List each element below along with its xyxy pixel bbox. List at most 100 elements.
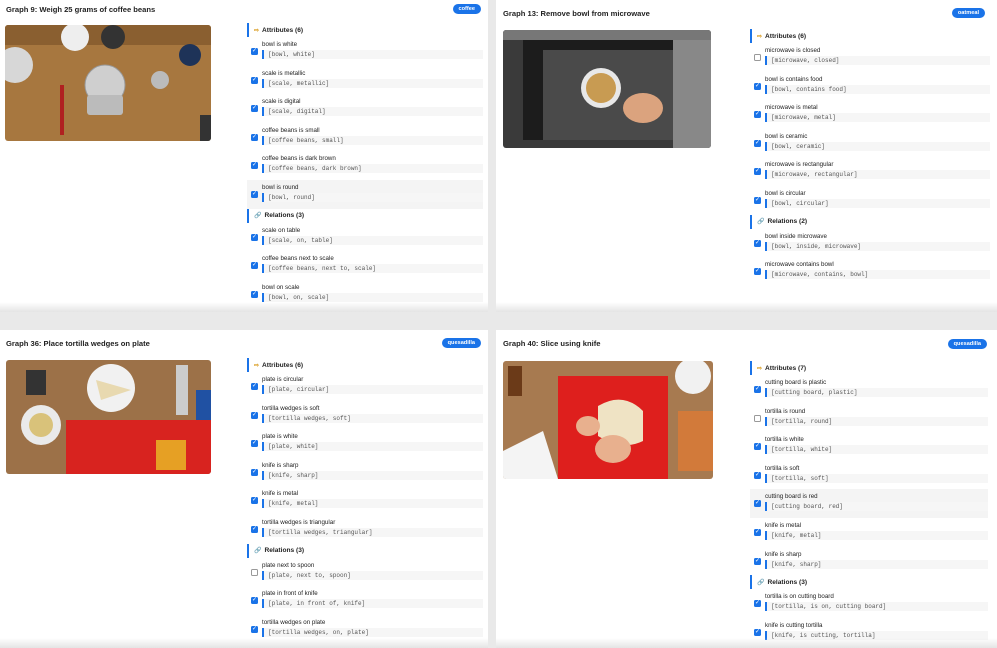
checkbox[interactable]: ✓: [754, 82, 761, 90]
checkbox[interactable]: ✓: [754, 557, 761, 565]
checkbox[interactable]: ✓: [754, 239, 761, 247]
attributes-header: ⇨ Attributes (6): [247, 358, 483, 372]
graph-panel: Graph 9: Weigh 25 grams of coffee beans …: [0, 0, 488, 312]
scroll-fade: [496, 302, 997, 312]
scene-photo: [503, 30, 711, 148]
link-icon: 🔗: [254, 548, 262, 555]
attribute-item: ✓ coffee beans is small [coffee beans, sma…: [247, 123, 483, 152]
relations-header: 🔗 Relations (3): [247, 208, 483, 223]
checkbox[interactable]: ✓: [251, 162, 258, 170]
checkbox[interactable]: ✓: [754, 386, 761, 393]
relation-item: ✓ bowl inside microwave [bowl, inside, mic…: [750, 229, 990, 258]
attribute-item: ✓ scale is digital [scale, digital]: [247, 94, 483, 123]
checkbox[interactable]: [251, 568, 258, 576]
arrow-icon: ⇨: [254, 27, 260, 34]
link-icon: 🔗: [757, 579, 765, 586]
attributes-header: ⇨ Attributes (6): [247, 23, 483, 37]
attribute-item: ✓ bowl is contains food [bowl, contains fo…: [750, 72, 990, 101]
checkbox[interactable]: ✓: [754, 268, 761, 276]
relations-header: 🔗 Relations (2): [750, 214, 990, 229]
attribute-item: ✓ knife is sharp [knife, sharp]: [247, 458, 483, 487]
checkbox[interactable]: ✓: [754, 500, 761, 508]
graph-list: ⇨ Attributes (6) microwave is closed [micr…: [750, 29, 990, 286]
attribute-item: ✓ cutting board is plastic [cutting board,…: [750, 375, 988, 404]
checkbox[interactable]: ✓: [251, 497, 258, 505]
checkbox[interactable]: ✓: [251, 233, 258, 241]
attribute-item: ✓ plate is circular [plate, circular]: [247, 372, 483, 401]
checkbox[interactable]: ✓: [251, 440, 258, 448]
relation-item: plate next to spoon [plate, next to, spoo…: [247, 558, 483, 587]
attribute-item: ✓ microwave is metal [microwave, metal]: [750, 100, 990, 129]
scroll-fade: [0, 638, 488, 648]
scroll-fade: [496, 638, 997, 648]
graph-panel: Graph 13: Remove bowl from microwave oat…: [496, 0, 997, 312]
checkbox[interactable]: [754, 414, 761, 422]
recipe-badge[interactable]: quesadilla: [947, 339, 987, 349]
graph-list: ⇨ Attributes (6) ✓ bowl is white [bowl, whi…: [247, 23, 483, 308]
link-icon: 🔗: [757, 219, 765, 226]
relation-item: ✓ microwave contains bowl [microwave, cont…: [750, 257, 990, 286]
recipe-badge[interactable]: coffee: [452, 4, 481, 14]
checkbox[interactable]: ✓: [754, 628, 761, 636]
checkbox[interactable]: ✓: [754, 196, 761, 204]
graph-list: ⇨ Attributes (6) ✓ plate is circular [plate…: [247, 358, 483, 643]
attribute-item: ✓ knife is metal [knife, metal]: [750, 518, 988, 547]
scene-photo: [503, 361, 713, 479]
scroll-fade: [0, 302, 488, 312]
attribute-item: ✓ tortilla wedges is triangular [tortilla …: [247, 515, 483, 544]
recipe-badge[interactable]: oatmeal: [951, 8, 985, 18]
relation-item: ✓ plate in front of knife [plate, in front…: [247, 586, 483, 615]
graph-title: Graph 13: Remove bowl from microwave: [503, 9, 650, 18]
graph-title: Graph 40: Slice using knife: [503, 339, 601, 348]
attribute-item: ✓ bowl is white [bowl, white]: [247, 37, 483, 66]
checkbox[interactable]: ✓: [754, 471, 761, 479]
attribute-item: ✓ plate is white [plate, white]: [247, 429, 483, 458]
attribute-item: ✓ bowl is circular [bowl, circular]: [750, 186, 990, 215]
attributes-header: ⇨ Attributes (7): [750, 361, 988, 375]
checkbox[interactable]: ✓: [754, 443, 761, 451]
checkbox[interactable]: ✓: [251, 48, 258, 55]
graph-title: Graph 9: Weigh 25 grams of coffee beans: [6, 5, 156, 14]
checkbox[interactable]: ✓: [251, 411, 258, 419]
recipe-badge[interactable]: quesadilla: [441, 338, 481, 348]
graph-panel: Graph 40: Slice using knife quesadilla ⇨…: [496, 330, 997, 648]
checkbox[interactable]: ✓: [754, 139, 761, 147]
attribute-item: tortilla is round [tortilla, round]: [750, 404, 988, 433]
attribute-item: ✓ tortilla is white [tortilla, white]: [750, 432, 988, 461]
checkbox[interactable]: ✓: [251, 597, 258, 605]
checkbox[interactable]: ✓: [754, 600, 761, 608]
checkbox[interactable]: ✓: [251, 525, 258, 533]
graph-list: ⇨ Attributes (7) ✓ cutting board is plasti…: [750, 361, 988, 646]
attribute-item: ✓ tortilla is soft [tortilla, soft]: [750, 461, 988, 490]
checkbox[interactable]: ✓: [251, 133, 258, 141]
relations-header: 🔗 Relations (3): [247, 543, 483, 558]
checkbox[interactable]: ✓: [251, 290, 258, 298]
checkbox[interactable]: ✓: [251, 105, 258, 113]
checkbox[interactable]: ✓: [251, 262, 258, 270]
link-icon: 🔗: [254, 213, 262, 220]
attribute-item: ✓ tortilla wedges is soft [tortilla wedges…: [247, 401, 483, 430]
checkbox[interactable]: [754, 54, 761, 61]
relation-item: ✓ tortilla is on cutting board [tortilla, …: [750, 589, 988, 618]
checkbox[interactable]: ✓: [251, 383, 258, 390]
relation-item: ✓ coffee beans next to scale [coffee beans…: [247, 251, 483, 280]
attribute-item: ✓ microwave is rectangular [microwave, rec…: [750, 157, 990, 186]
checkbox[interactable]: ✓: [754, 168, 761, 176]
checkbox[interactable]: ✓: [251, 76, 258, 84]
checkbox[interactable]: ✓: [754, 111, 761, 119]
checkbox[interactable]: ✓: [251, 625, 258, 633]
checkbox[interactable]: ✓: [251, 468, 258, 476]
attributes-header: ⇨ Attributes (6): [750, 29, 990, 43]
checkbox[interactable]: ✓: [754, 528, 761, 536]
attribute-item: ✓ scale is metallic [scale, metallic]: [247, 66, 483, 95]
attribute-item: microwave is closed [microwave, closed]: [750, 43, 990, 72]
attribute-item: ✓ knife is sharp [knife, sharp]: [750, 547, 988, 576]
arrow-icon: ⇨: [757, 365, 763, 372]
checkbox[interactable]: ✓: [251, 190, 258, 198]
attribute-item: ✓ coffee beans is dark brown [coffee beans…: [247, 151, 483, 180]
attribute-item: ✓ bowl is ceramic [bowl, ceramic]: [750, 129, 990, 158]
arrow-icon: ⇨: [757, 33, 763, 40]
scene-photo: [5, 25, 211, 141]
attribute-item: ✓ bowl is round [bowl, round]: [247, 179, 483, 209]
attribute-item: ✓ cutting board is red [cutting board, red…: [750, 489, 988, 518]
